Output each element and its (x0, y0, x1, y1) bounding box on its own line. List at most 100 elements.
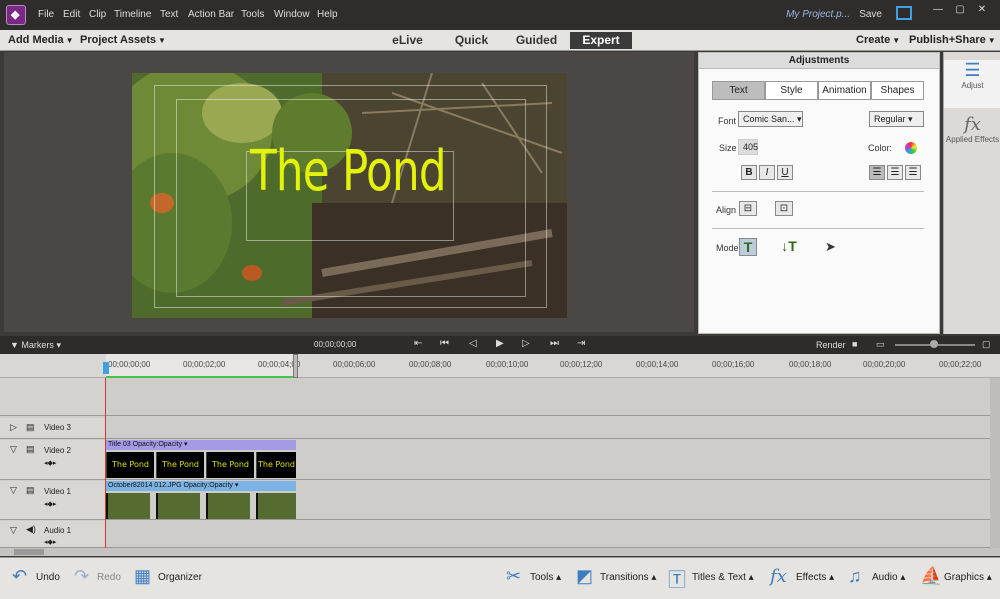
collapse-icon[interactable]: ▽ (10, 525, 17, 536)
menu-text[interactable]: Text (160, 9, 178, 20)
titles-text-icon[interactable]: 🅃 (668, 566, 686, 592)
size-input[interactable]: 405 (738, 139, 758, 155)
photo-clip-frame[interactable] (256, 493, 296, 519)
redo-button[interactable]: Redo (97, 572, 121, 583)
playhead-handle[interactable] (103, 362, 109, 374)
tab-quick[interactable]: Quick (449, 32, 494, 49)
horizontal-scrollbar[interactable] (0, 548, 1000, 556)
menu-help[interactable]: Help (317, 9, 338, 20)
track-lane-audio1[interactable] (106, 521, 990, 548)
italic-button[interactable]: I (759, 165, 775, 180)
tab-text[interactable]: Text (712, 81, 765, 100)
applied-effects-button[interactable]: fx Applied Effects (944, 114, 1000, 144)
track-lane-video2[interactable]: Title 03 Opacity:Opacity ▾ The Pond The … (106, 440, 990, 480)
effects-icon[interactable]: fx (770, 566, 787, 587)
goto-end-icon[interactable]: ⇥ (577, 338, 585, 349)
tab-elive[interactable]: eLive (385, 32, 430, 49)
menu-action-bar[interactable]: Action Bar (188, 9, 234, 20)
title-clip-frame[interactable]: The Pond (106, 452, 154, 478)
menu-edit[interactable]: Edit (63, 9, 80, 20)
tools-button[interactable]: Tools ▴ (530, 572, 561, 583)
app-logo-icon[interactable]: ◆ (6, 5, 26, 25)
undo-icon[interactable]: ↶ (12, 566, 27, 587)
previous-edit-icon[interactable]: ⏮ (440, 338, 449, 349)
minimize-icon[interactable]: — (930, 4, 946, 15)
zoom-out-icon[interactable]: ▭ (876, 339, 885, 350)
transitions-button[interactable]: Transitions ▴ (600, 572, 656, 583)
menu-timeline[interactable]: Timeline (114, 9, 151, 20)
expand-icon[interactable]: ▷ (10, 422, 17, 433)
title-clip-frame[interactable]: The Pond (206, 452, 254, 478)
play-icon[interactable]: ▶ (496, 338, 504, 349)
align-center-icon[interactable]: ☰ (887, 165, 903, 180)
menu-tools[interactable]: Tools (241, 9, 264, 20)
photo-clip-header[interactable]: October82014 012.JPG Opacity:Opacity ▾ (106, 481, 296, 491)
tab-expert[interactable]: Expert (570, 32, 632, 49)
video-preview[interactable]: The Pond (132, 73, 567, 318)
graphics-button[interactable]: Graphics ▴ (944, 572, 992, 583)
track-lane-video1[interactable]: October82014 012.JPG Opacity:Opacity ▾ (106, 481, 990, 520)
style-dropdown[interactable]: Regular ▾ (869, 111, 924, 127)
title-overlay-text[interactable]: The Pond (250, 139, 447, 204)
project-assets-button[interactable]: Project Assets ▼ (80, 34, 166, 46)
audio-icon[interactable]: ♫ (848, 566, 862, 587)
bold-button[interactable]: B (741, 165, 757, 180)
scrollbar-thumb[interactable] (14, 549, 44, 555)
audio-button[interactable]: Audio ▴ (872, 572, 905, 583)
full-screen-icon[interactable] (896, 6, 912, 20)
effects-button[interactable]: Effects ▴ (796, 572, 834, 583)
align-horizontal-center-icon[interactable]: ⊟ (739, 201, 757, 216)
tab-style[interactable]: Style (765, 81, 818, 100)
keyframe-controls[interactable]: ◂◆▸ (44, 459, 56, 467)
step-forward-icon[interactable]: ▷ (522, 338, 530, 349)
save-button[interactable]: Save (859, 9, 882, 20)
titles-text-button[interactable]: Titles & Text ▴ (692, 572, 754, 583)
tools-icon[interactable]: ✂ (506, 566, 521, 587)
align-left-icon[interactable]: ☰ (869, 165, 885, 180)
title-clip-frame[interactable]: The Pond (156, 452, 204, 478)
title-clip-frame[interactable]: The Pond (256, 452, 296, 478)
goto-start-icon[interactable]: ⇤ (414, 338, 422, 349)
timeline-ruler[interactable]: 00;00;00;00 00;00;02;00 00;00;04;00 00;0… (0, 354, 1000, 378)
track-lane-video3[interactable] (106, 418, 990, 439)
stop-render-icon[interactable]: ■ (852, 339, 857, 349)
menu-clip[interactable]: Clip (89, 9, 106, 20)
collapse-icon[interactable]: ▽ (10, 485, 17, 496)
close-icon[interactable]: ✕ (974, 4, 990, 15)
organizer-button[interactable]: Organizer (158, 572, 202, 583)
redo-icon[interactable]: ↷ (74, 566, 89, 587)
vertical-text-icon[interactable]: ↓T (779, 238, 799, 256)
maximize-icon[interactable]: ▢ (952, 4, 968, 15)
keyframe-controls[interactable]: ◂◆▸ (44, 538, 56, 546)
photo-clip-frame[interactable] (206, 493, 250, 519)
add-media-button[interactable]: Add Media ▼ (8, 34, 74, 46)
collapse-icon[interactable]: ▽ (10, 444, 17, 455)
zoom-in-icon[interactable]: ▢ (982, 339, 991, 350)
organizer-icon[interactable]: ▦ (134, 566, 151, 587)
graphics-icon[interactable]: ⛵ (920, 566, 942, 587)
tab-guided[interactable]: Guided (509, 32, 564, 49)
undo-button[interactable]: Undo (36, 572, 60, 583)
adjust-button[interactable]: ☰ Adjust (944, 60, 1000, 108)
tab-animation[interactable]: Animation (818, 81, 871, 100)
render-button[interactable]: Render (816, 340, 846, 350)
menu-window[interactable]: Window (274, 9, 310, 20)
work-area-end-handle[interactable] (293, 354, 298, 378)
vertical-scrollbar[interactable] (990, 378, 1000, 548)
markers-dropdown[interactable]: ▼ Markers ▾ (10, 340, 61, 351)
title-clip-header[interactable]: Title 03 Opacity:Opacity ▾ (106, 440, 296, 450)
align-right-icon[interactable]: ☰ (905, 165, 921, 180)
photo-clip-frame[interactable] (106, 493, 150, 519)
photo-clip-frame[interactable] (156, 493, 200, 519)
keyframe-controls[interactable]: ◂◆▸ (44, 500, 56, 508)
step-back-icon[interactable]: ◁ (469, 338, 477, 349)
next-edit-icon[interactable]: ⏭ (550, 338, 559, 349)
transitions-icon[interactable]: ◩ (576, 566, 593, 587)
create-button[interactable]: Create ▼ (856, 34, 900, 46)
tab-shapes[interactable]: Shapes (871, 81, 924, 100)
font-dropdown[interactable]: Comic San... ▾ (738, 111, 803, 127)
publish-share-button[interactable]: Publish+Share ▼ (909, 34, 996, 46)
horizontal-text-icon[interactable]: T (739, 238, 757, 256)
align-vertical-center-icon[interactable]: ⊡ (775, 201, 793, 216)
menu-file[interactable]: File (38, 9, 54, 20)
